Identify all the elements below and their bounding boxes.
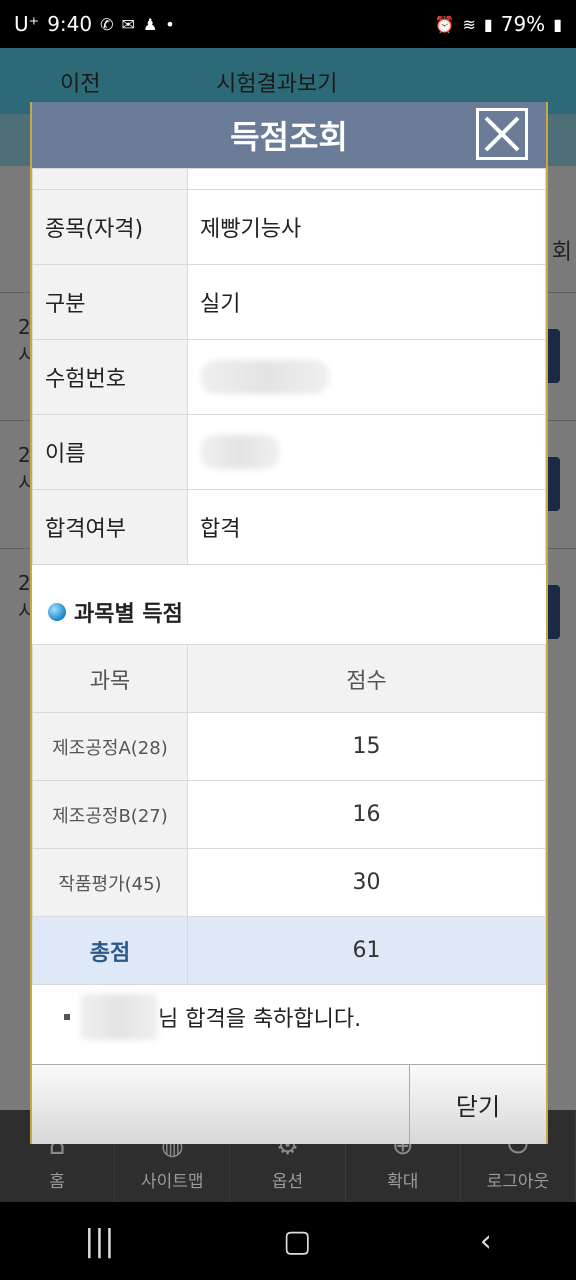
total-label: 총점 <box>32 916 188 985</box>
total-score: 61 <box>187 916 546 985</box>
square-bullet-icon <box>64 1014 70 1020</box>
redacted-name <box>80 994 158 1040</box>
info-value: 합격 <box>187 489 546 565</box>
info-key: 구분 <box>32 264 188 340</box>
recent-apps-icon[interactable]: ||| <box>84 1224 114 1259</box>
section-title-text: 과목별 득점 <box>74 602 183 627</box>
signal-icon: ▮ <box>483 14 493 34</box>
subject-score: 30 <box>187 848 546 917</box>
redacted-name <box>200 435 280 469</box>
notification-icon: ✉ <box>121 14 135 34</box>
status-bar: U⁺ 9:40 ✆ ✉ ♟ • ⏰ ≋ ▮ 79% ▮ <box>0 0 576 48</box>
info-key: 이름 <box>32 414 188 490</box>
back-icon[interactable]: ‹ <box>480 1224 492 1259</box>
bg-page-title: 시험결과보기 <box>216 72 338 97</box>
info-row-partial <box>32 168 546 190</box>
header-score: 점수 <box>187 644 546 713</box>
close-icon <box>484 116 520 152</box>
info-key: 수험번호 <box>32 339 188 415</box>
congrats-message: 님 합격을 축하합니다. <box>64 994 361 1040</box>
app-notification-icon: ♟ <box>142 14 158 34</box>
bullet-icon <box>48 603 66 621</box>
subject-name: 제조공정A(28) <box>32 712 188 781</box>
subject-score: 16 <box>187 780 546 849</box>
modal-footer: 닫기 <box>32 1064 546 1144</box>
home-button-icon[interactable]: ▢ <box>283 1224 311 1259</box>
nav-label: 확대 <box>387 1172 419 1192</box>
info-key: 합격여부 <box>32 489 188 565</box>
congrats-text: 님 합격을 축하합니다. <box>158 1007 362 1032</box>
info-row: 합격여부 합격 <box>32 489 546 565</box>
score-header-row: 과목 점수 <box>32 644 546 713</box>
info-row: 종목(자격) 제빵기능사 <box>32 189 546 265</box>
info-row: 수험번호 <box>32 339 546 415</box>
section-title: 과목별 득점 <box>48 596 183 628</box>
redacted-exam-number <box>200 360 330 394</box>
info-value: 제빵기능사 <box>187 189 546 265</box>
subject-score: 15 <box>187 712 546 781</box>
score-row: 작품평가(45) 30 <box>32 848 546 917</box>
close-x-button[interactable] <box>476 108 528 160</box>
more-notifications-dot: • <box>165 14 175 34</box>
nav-label: 홈 <box>49 1172 65 1192</box>
system-nav-bar: ||| ▢ ‹ <box>0 1202 576 1280</box>
close-button[interactable]: 닫기 <box>410 1065 546 1144</box>
subject-name: 작품평가(45) <box>32 848 188 917</box>
battery-percent: 79% <box>500 12 546 36</box>
info-row: 이름 <box>32 414 546 490</box>
score-modal: 득점조회 종목(자격) 제빵기능사 구분 실기 수험번호 이름 합격여부 합격 <box>30 102 548 1144</box>
nav-label: 옵션 <box>271 1172 304 1192</box>
score-row: 제조공정B(27) 16 <box>32 780 546 849</box>
score-table: 과목 점수 제조공정A(28) 15 제조공정B(27) 16 작품평가(45)… <box>32 644 546 985</box>
clock: 9:40 <box>47 12 93 36</box>
modal-header: 득점조회 <box>32 102 546 168</box>
wifi-icon: ≋ <box>462 14 476 34</box>
footer-spacer <box>32 1065 410 1144</box>
bg-column-label: 회 <box>551 240 572 265</box>
total-row: 총점 61 <box>32 916 546 985</box>
nav-label: 사이트맵 <box>141 1172 204 1192</box>
info-row: 구분 실기 <box>32 264 546 340</box>
alarm-icon: ⏰ <box>434 14 455 34</box>
prev-button[interactable]: 이전 <box>60 66 100 98</box>
info-table: 종목(자격) 제빵기능사 구분 실기 수험번호 이름 합격여부 합격 <box>32 168 546 565</box>
info-value: 실기 <box>187 264 546 340</box>
vibrate-icon: ✆ <box>100 14 114 34</box>
header-subject: 과목 <box>32 644 188 713</box>
score-row: 제조공정A(28) 15 <box>32 712 546 781</box>
modal-title: 득점조회 <box>230 118 348 156</box>
nav-label: 로그아웃 <box>486 1172 550 1192</box>
subject-name: 제조공정B(27) <box>32 780 188 849</box>
carrier-label: U⁺ <box>14 12 40 36</box>
battery-icon: ▮ <box>553 14 562 34</box>
info-value-redacted <box>187 339 546 415</box>
info-key: 종목(자격) <box>32 189 188 265</box>
info-value-redacted <box>187 414 546 490</box>
